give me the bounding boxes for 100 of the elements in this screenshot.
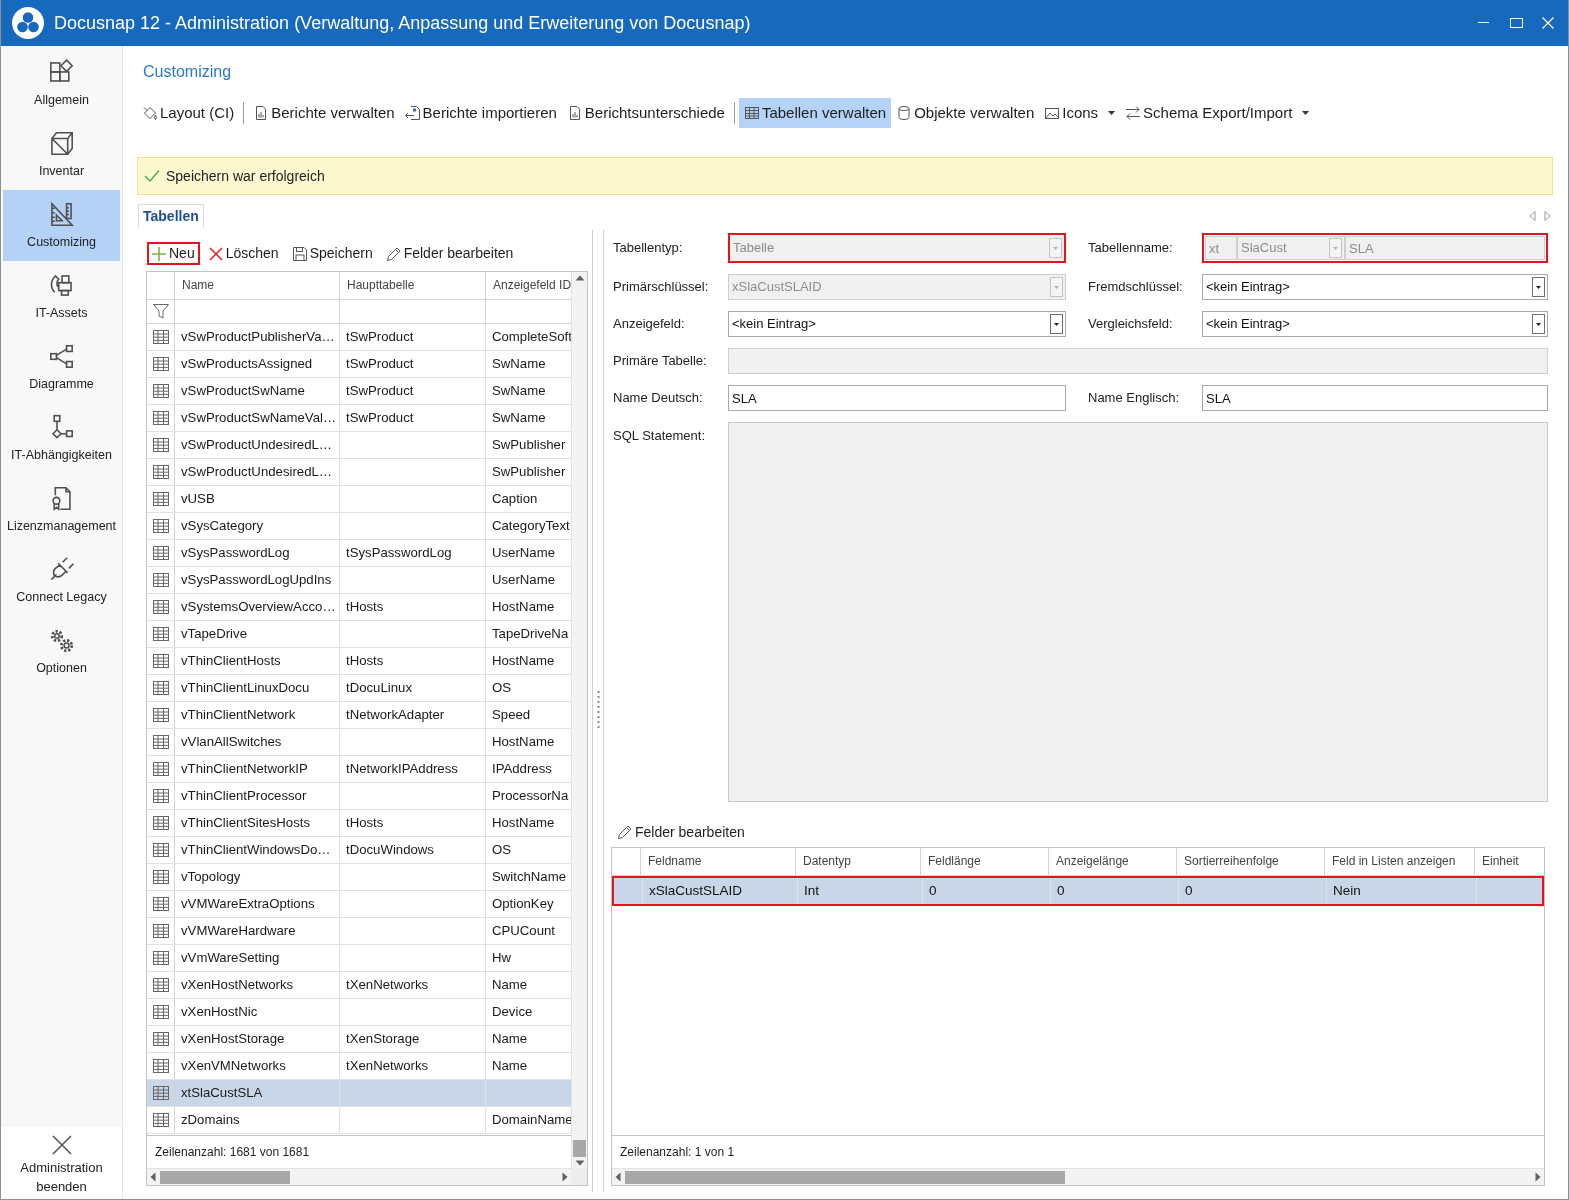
table-row[interactable]: zDomains DomainName xyxy=(147,1107,571,1134)
arrow-left-icon[interactable] xyxy=(615,1172,621,1182)
table-row[interactable]: xSlaCustSLAID Int 0 0 0 Nein xyxy=(612,876,1544,906)
table-cell-text: OptionKey xyxy=(491,895,555,913)
table-row[interactable]: vThinClientHosts tHosts HostName xyxy=(147,648,571,675)
arrow-right-icon[interactable] xyxy=(1544,210,1551,221)
sidebar-item[interactable]: Lizenzmanagement xyxy=(3,474,120,545)
table-row[interactable]: vSwProductsAssigned tSwProduct SwName xyxy=(147,351,571,378)
table-row[interactable]: xtSlaCustSLA xyxy=(147,1080,571,1107)
tab[interactable]: Tabellen xyxy=(138,204,204,228)
sidebar-item[interactable]: Customizing xyxy=(3,190,120,261)
toolbar-button[interactable]: Löschen xyxy=(203,242,284,265)
arrow-left-icon[interactable] xyxy=(150,1172,156,1182)
table-row[interactable]: vSwProductUndesiredL… SwPublisher xyxy=(147,432,571,459)
arrow-left-icon[interactable] xyxy=(1529,210,1536,221)
toolbar-button[interactable]: Layout (CI) xyxy=(137,98,240,128)
toolbar-button[interactable]: Felder bearbeiten xyxy=(381,242,519,265)
scrollbar-thumb[interactable] xyxy=(160,1170,290,1184)
sidebar-item[interactable]: IT-Abhängigkeiten xyxy=(3,403,120,474)
text-field[interactable]: SLA xyxy=(728,385,1066,411)
sidebar-item[interactable]: IT-Assets xyxy=(3,261,120,332)
table-row[interactable]: vSysPasswordLogUpdIns UserName xyxy=(147,567,571,594)
column-header[interactable]: Name xyxy=(175,272,340,299)
sidebar-item[interactable]: Optionen xyxy=(3,616,120,687)
table-row[interactable]: vTapeDrive TapeDriveNa xyxy=(147,621,571,648)
table-row[interactable]: vSwProductPublisherVa… tSwProduct CompleteSoft xyxy=(147,324,571,351)
page-heading: Customizing xyxy=(143,62,232,82)
arrow-right-icon[interactable] xyxy=(1535,1172,1541,1182)
toolbar-button[interactable]: Icons xyxy=(1039,98,1121,128)
dropdown-field[interactable]: <kein Eintrag> xyxy=(728,311,1066,337)
table-row[interactable]: vThinClientLinuxDocu tDocuLinux OS xyxy=(147,675,571,702)
dropdown-field[interactable]: <kein Eintrag> xyxy=(1202,274,1548,300)
table-row[interactable]: vSwProductUndesiredL… SwPublisher xyxy=(147,459,571,486)
toolbar-button[interactable]: Neu xyxy=(147,242,200,265)
horizontal-scrollbar[interactable] xyxy=(612,1168,1544,1185)
table-row[interactable]: vSwProductSwNameVal… tSwProduct SwName xyxy=(147,405,571,432)
table-row[interactable]: vXenHostNic Device xyxy=(147,999,571,1026)
sidebar-item[interactable]: Inventar xyxy=(3,119,120,190)
column-header[interactable]: Anzeigelänge xyxy=(1049,848,1177,875)
column-header[interactable]: Haupttabelle xyxy=(340,272,486,299)
toolbar-button[interactable]: Objekte verwalten xyxy=(891,98,1040,128)
table-row[interactable]: vVmWareSetting Hw xyxy=(147,945,571,972)
scrollbar-thumb[interactable] xyxy=(573,1140,586,1157)
column-header[interactable]: Feldlänge xyxy=(921,848,1049,875)
sidebar-item[interactable]: Connect Legacy xyxy=(3,545,120,616)
table-row[interactable]: vXenHostStorage tXenStorage Name xyxy=(147,1026,571,1053)
vertical-scrollbar[interactable] xyxy=(571,272,587,1168)
column-header[interactable]: Anzeigefeld ID xyxy=(486,272,573,299)
table-row[interactable]: vTopology SwitchName xyxy=(147,864,571,891)
arrow-up-icon[interactable] xyxy=(574,275,585,281)
nodes-icon xyxy=(48,343,75,370)
toolbar-button[interactable]: Berichte verwalten xyxy=(248,98,400,128)
table-row[interactable]: vThinClientWindowsDo… tDocuWindows OS xyxy=(147,837,571,864)
edit-fields-button[interactable]: Felder bearbeiten xyxy=(613,820,750,844)
splitter-handle-icon[interactable] xyxy=(596,691,600,731)
caret-icon[interactable] xyxy=(1050,314,1063,334)
dropdown-field[interactable]: <kein Eintrag> xyxy=(1202,311,1548,337)
arrow-right-icon[interactable] xyxy=(562,1172,568,1182)
toolbar-button[interactable]: Berichtsunterschiede xyxy=(561,98,730,128)
pencil-icon xyxy=(617,824,633,840)
text-field[interactable]: SLA xyxy=(1202,385,1548,411)
table-cell: vTapeDrive xyxy=(175,621,340,647)
table-icon xyxy=(152,951,169,965)
table-row[interactable]: vVlanAllSwitches HostName xyxy=(147,729,571,756)
toolbar-button[interactable]: Speichern xyxy=(287,242,378,265)
column-header[interactable]: Feldname xyxy=(641,848,796,875)
arrow-down-icon[interactable] xyxy=(574,1160,585,1166)
column-header[interactable]: Sortierreihenfolge xyxy=(1177,848,1325,875)
column-header[interactable]: Datentyp xyxy=(796,848,921,875)
scrollbar-thumb[interactable] xyxy=(625,1170,1065,1184)
table-row[interactable]: vSysCategory CategoryText xyxy=(147,513,571,540)
sidebar-item[interactable]: Allgemein xyxy=(3,48,120,119)
table-row[interactable]: vThinClientNetwork tNetworkAdapter Speed xyxy=(147,702,571,729)
table-icon xyxy=(152,1005,169,1019)
horizontal-scrollbar[interactable] xyxy=(147,1168,571,1185)
exit-button[interactable]: Administration beenden xyxy=(1,1127,122,1199)
table-row[interactable]: vVMWareHardware CPUCount xyxy=(147,918,571,945)
column-header[interactable]: Feld in Listen anzeigen xyxy=(1325,848,1475,875)
caret-icon[interactable] xyxy=(1108,111,1116,115)
table-row[interactable]: vXenHostNetworks tXenNetworks Name xyxy=(147,972,571,999)
table-row[interactable]: vSwProductSwName tSwProduct SwName xyxy=(147,378,571,405)
table-cell: vSystemsOverviewAcco… xyxy=(175,594,340,620)
table-cell: vThinClientWindowsDo… xyxy=(175,837,340,863)
filter-icon[interactable] xyxy=(152,304,169,319)
caret-icon[interactable] xyxy=(1532,277,1545,297)
table-row[interactable]: vVMWareExtraOptions OptionKey xyxy=(147,891,571,918)
table-row[interactable]: vThinClientSitesHosts tHosts HostName xyxy=(147,810,571,837)
caret-icon[interactable] xyxy=(1302,111,1310,115)
table-row[interactable]: vUSB Caption xyxy=(147,486,571,513)
column-header[interactable]: Einheit xyxy=(1475,848,1544,875)
table-row[interactable]: vThinClientNetworkIP tNetworkIPAddress IPAddress xyxy=(147,756,571,783)
toolbar-button[interactable]: Berichte importieren xyxy=(399,98,562,128)
dropdown-field: Tabelle xyxy=(728,233,1066,263)
sidebar-item[interactable]: Diagramme xyxy=(3,332,120,403)
toolbar-button[interactable]: Schema Export/Import xyxy=(1120,98,1315,128)
table-row[interactable]: vSysPasswordLog tSysPasswordLog UserName xyxy=(147,540,571,567)
table-row[interactable]: vThinClientProcessor ProcessorNa xyxy=(147,783,571,810)
table-row[interactable]: vSystemsOverviewAcco… tHosts HostName xyxy=(147,594,571,621)
caret-icon[interactable] xyxy=(1532,314,1545,334)
toolbar-button[interactable]: Tabellen verwalten xyxy=(738,98,892,128)
